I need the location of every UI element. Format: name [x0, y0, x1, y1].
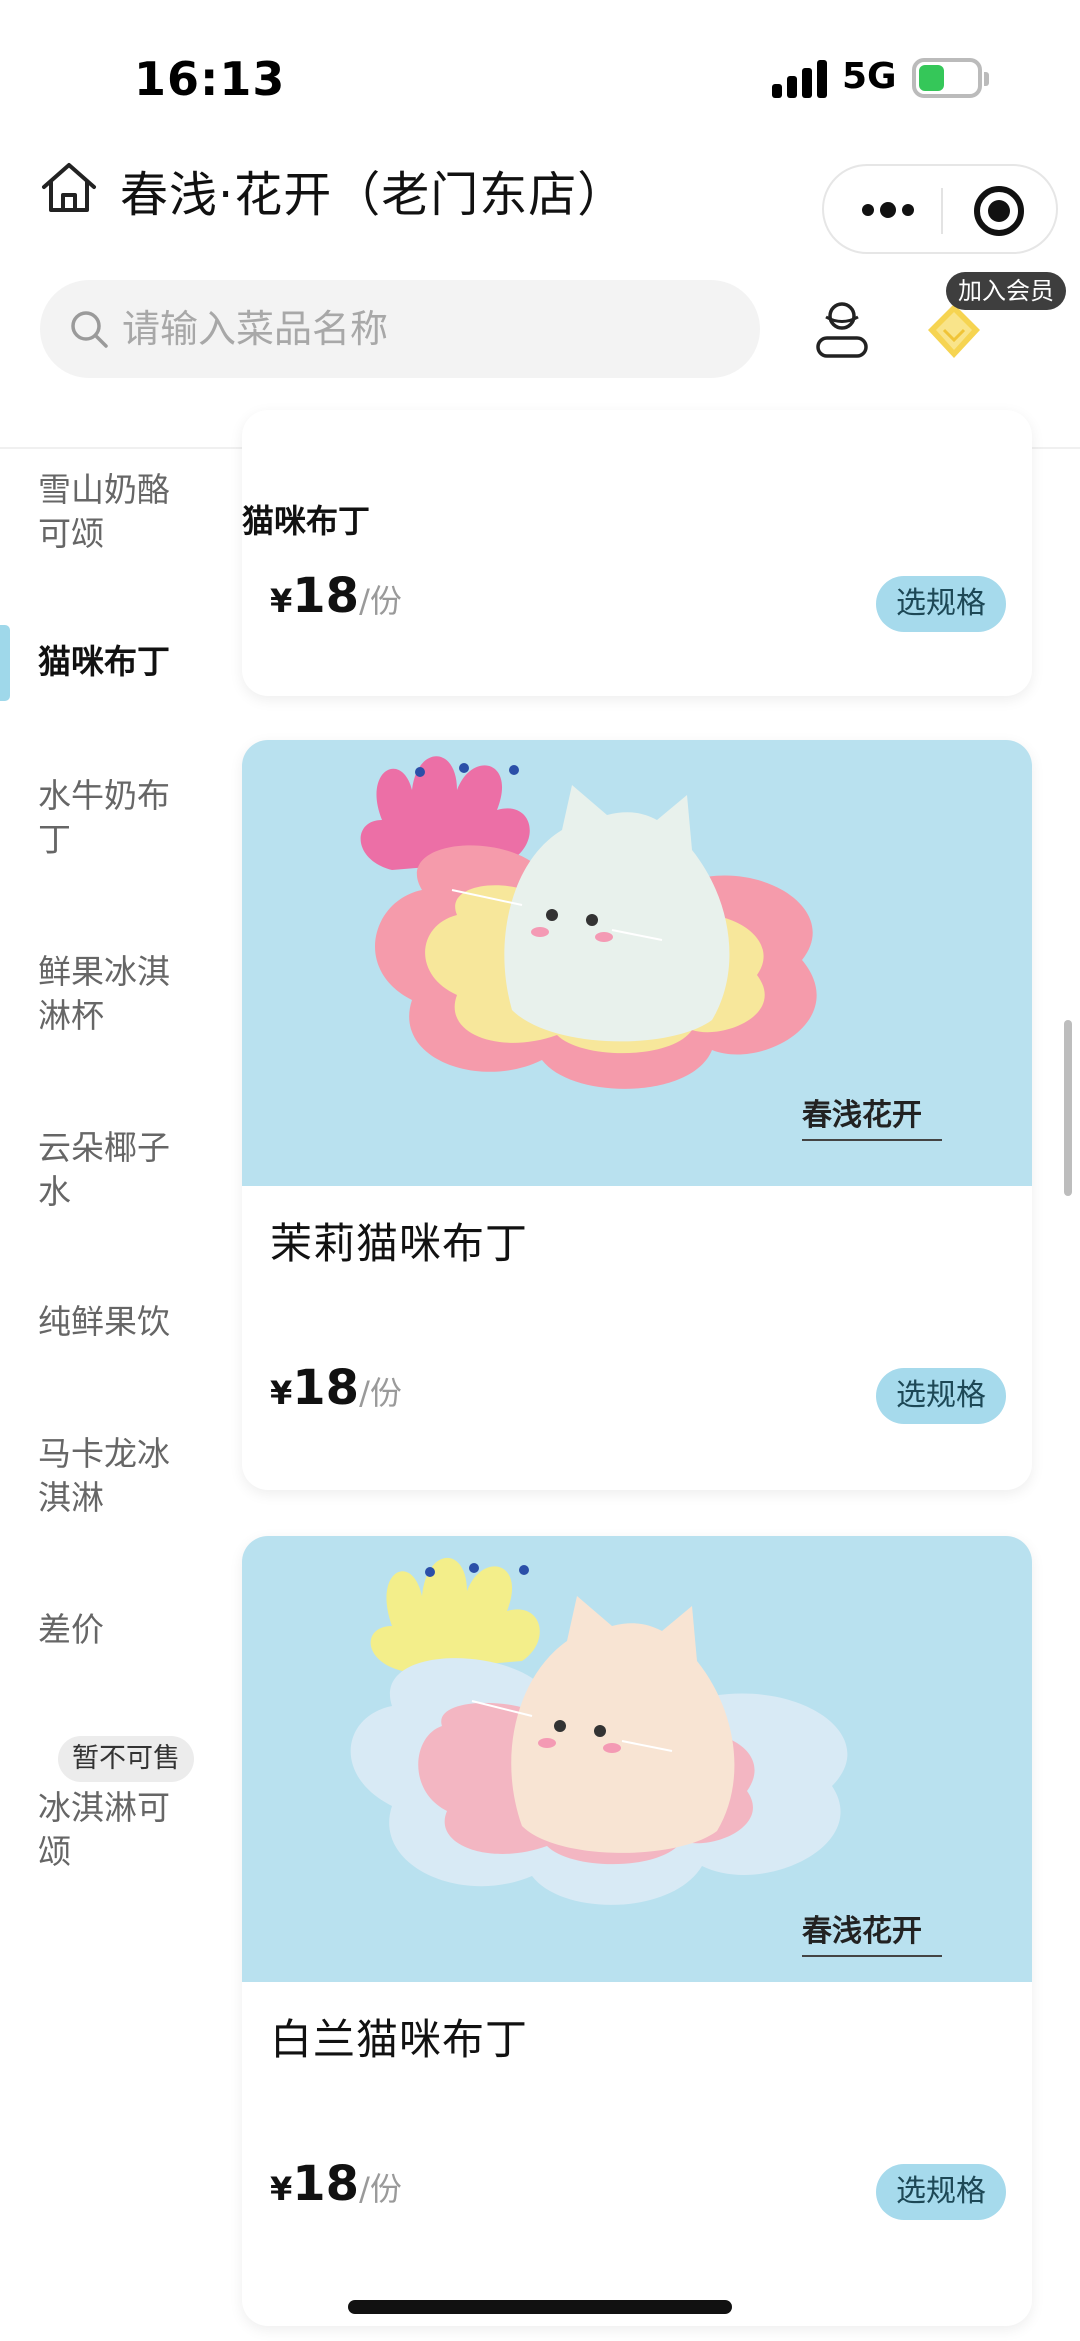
category-item[interactable]: 云朵椰子水	[38, 1126, 198, 1214]
select-spec-button[interactable]: 选规格	[876, 1368, 1006, 1424]
join-member-label: 加入会员	[946, 272, 1066, 310]
product-card[interactable]: 春浅花开 白兰猫咪布丁 ¥18/份 选规格	[242, 1536, 1032, 2326]
signal-icon	[772, 60, 828, 98]
select-spec-button[interactable]: 选规格	[876, 576, 1006, 632]
price: ¥18/份	[270, 568, 402, 624]
close-target-icon[interactable]	[974, 186, 1024, 236]
category-item[interactable]: 差价	[38, 1608, 198, 1652]
home-icon[interactable]	[40, 160, 98, 214]
category-sidebar	[0, 450, 214, 2341]
store-title: 春浅·花开（老门东店）	[120, 167, 627, 223]
battery-level	[919, 65, 944, 91]
flower-decoration	[370, 1557, 540, 1671]
category-item[interactable]: 雪山奶酪可颂	[38, 468, 198, 556]
search-icon	[71, 311, 108, 348]
select-spec-button[interactable]: 选规格	[876, 2164, 1006, 2220]
search-input[interactable]	[122, 302, 722, 356]
join-member-button[interactable]: 加入会员	[920, 270, 1070, 380]
scrollbar[interactable]	[1064, 1020, 1072, 1196]
status-bar: 16:13 5G	[0, 0, 1080, 140]
user-icon[interactable]	[812, 298, 872, 360]
price: ¥18/份	[270, 1360, 402, 1416]
active-category-indicator	[0, 625, 10, 701]
product-card[interactable]: 春浅花开 茉莉猫咪布丁 ¥18/份 选规格	[242, 740, 1032, 1490]
product-name: 茉莉猫咪布丁	[270, 1219, 529, 1268]
category-item[interactable]: 纯鲜果饮	[38, 1300, 198, 1344]
product-image: 春浅花开	[242, 1536, 1032, 1982]
product-image: 春浅花开	[242, 740, 1032, 1186]
unavailable-badge: 暂不可售	[58, 1736, 194, 1782]
section-title: 猫咪布丁	[242, 488, 391, 560]
svg-text:春浅花开: 春浅花开	[802, 1098, 922, 1133]
svg-text:春浅花开: 春浅花开	[802, 1914, 922, 1949]
category-item-active[interactable]: 猫咪布丁	[38, 640, 198, 684]
battery-cap	[984, 72, 989, 86]
category-item[interactable]: 马卡龙冰淇淋	[38, 1432, 198, 1520]
category-item[interactable]: 鲜果冰淇淋杯	[38, 950, 198, 1038]
mini-program-capsule	[822, 164, 1058, 254]
capsule-divider	[941, 188, 943, 234]
network-label: 5G	[842, 56, 897, 97]
product-name: 白兰猫咪布丁	[270, 2015, 529, 2064]
category-item[interactable]: 冰淇淋可颂	[38, 1786, 198, 1874]
home-indicator[interactable]	[348, 2300, 732, 2314]
price: ¥18/份	[270, 2156, 402, 2212]
category-item[interactable]: 水牛奶布丁	[38, 774, 198, 862]
status-time: 16:13	[134, 52, 286, 106]
more-dots-icon[interactable]	[858, 188, 942, 232]
search-bar[interactable]	[40, 280, 760, 378]
battery-icon	[912, 58, 982, 98]
